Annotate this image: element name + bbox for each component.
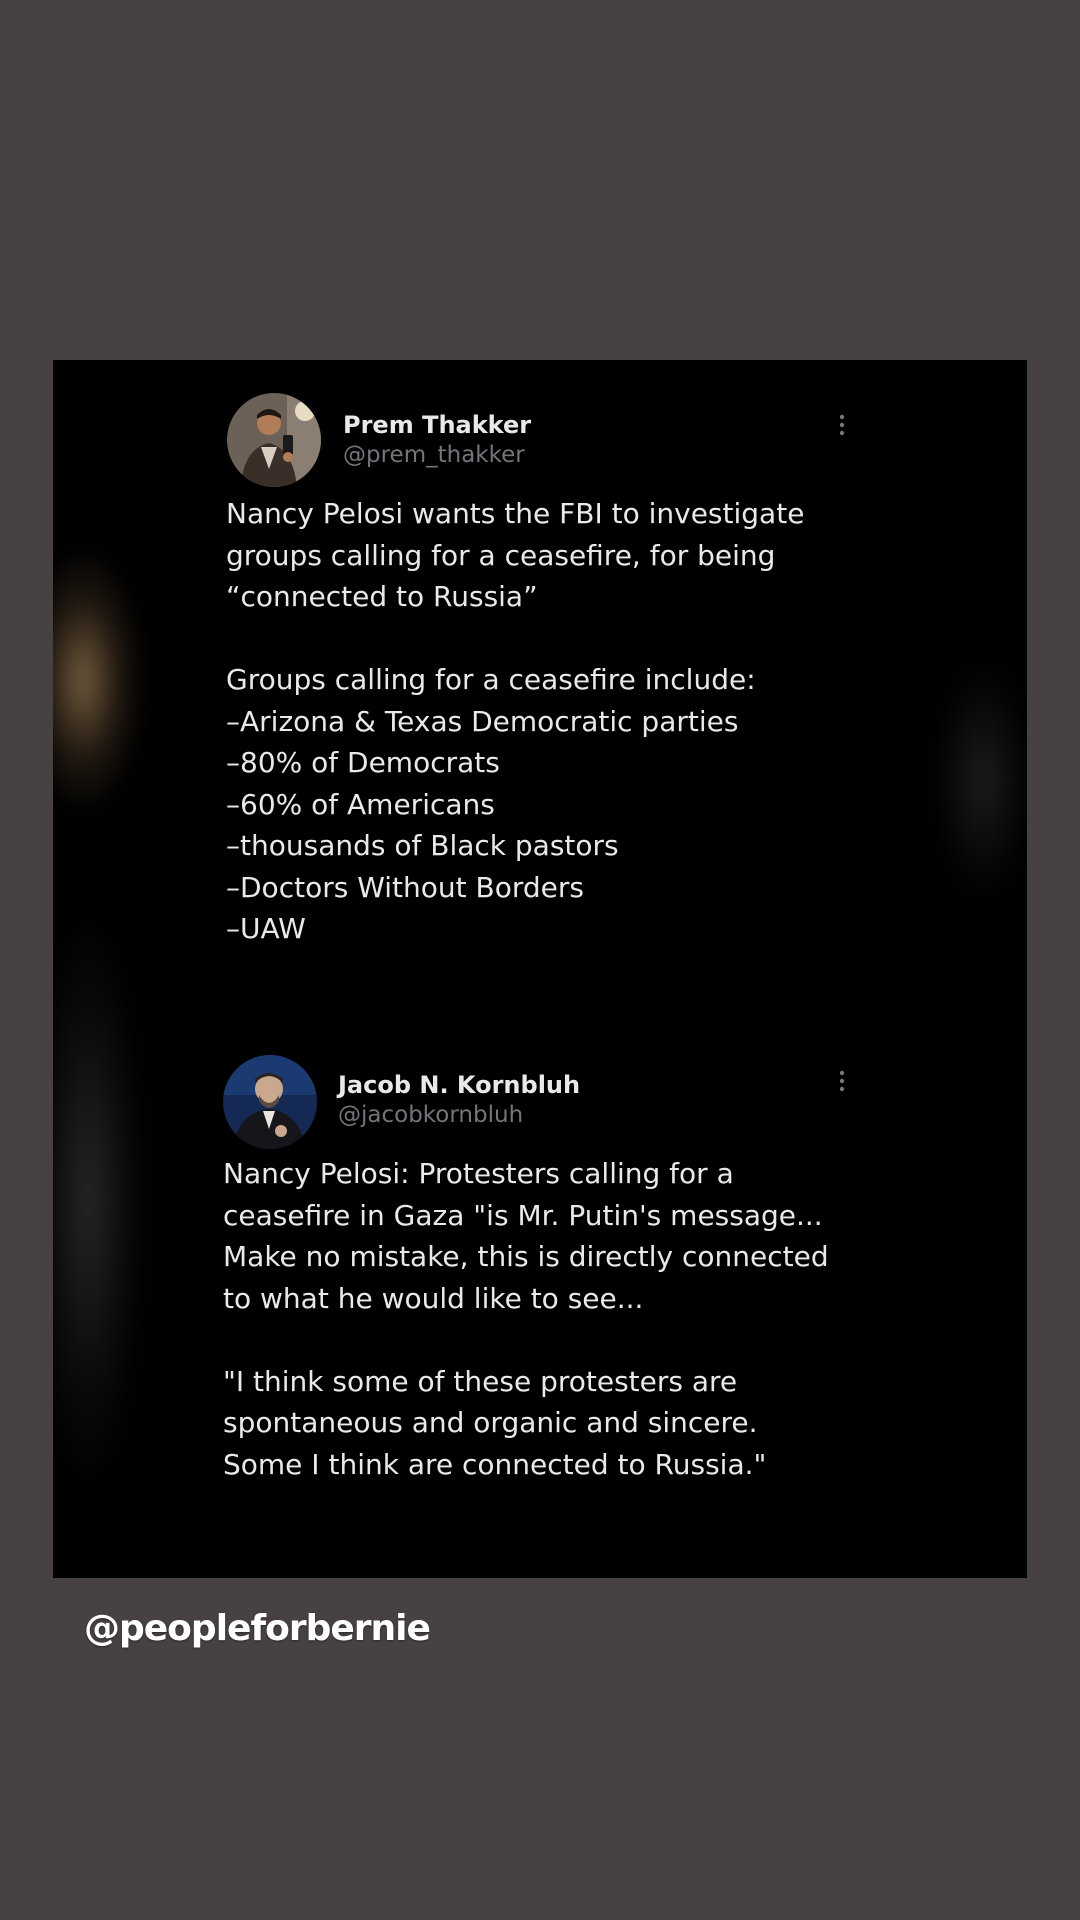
tweet-text-line: [226, 618, 804, 660]
tweet-text-line: –Arizona & Texas Democratic parties: [226, 704, 739, 738]
tweet-text-line: Nancy Pelosi: Protesters calling for a: [223, 1157, 734, 1190]
display-name[interactable]: Jacob N. Kornbluh: [338, 1071, 580, 1099]
tweet-text-line: –thousands of Black pastors: [226, 829, 619, 862]
tweet-screenshot-panel: Prem Thakker @prem_thakker Nancy Pelosi …: [53, 360, 1027, 1578]
tweet-text-line: Make no mistake, this is directly connec…: [223, 1240, 829, 1273]
tweet-text-line: –80% of Democrats: [226, 746, 500, 779]
tweet-text-line: Some I think are connected to Russia.": [223, 1447, 767, 1481]
tweet-text-line: "I think some of these protesters are: [223, 1364, 738, 1398]
background-blur-glow: [933, 660, 1027, 900]
user-handle[interactable]: @jacobkornbluh: [338, 1102, 523, 1128]
avatar[interactable]: [227, 393, 321, 487]
tweet-text-line: ceasefire in Gaza "is Mr. Putin's messag…: [223, 1198, 823, 1232]
tweet-text-line: –UAW: [226, 912, 306, 945]
user-handle[interactable]: @prem_thakker: [343, 442, 525, 468]
tweet-text-line: [223, 1319, 829, 1361]
profile-photo-icon: [223, 1055, 317, 1149]
tweet-text-line: spontaneous and organic and sincere.: [223, 1406, 758, 1439]
tweet-text-line: –Doctors Without Borders: [226, 870, 584, 904]
tweet-text: Nancy Pelosi wants the FBI to investigat…: [226, 493, 804, 950]
profile-photo-icon: [227, 393, 321, 487]
tweet-text-line: “connected to Russia”: [226, 580, 538, 613]
more-options-icon[interactable]: [839, 413, 845, 437]
tweet-text: Nancy Pelosi: Protesters calling for a c…: [223, 1153, 829, 1485]
watermark-username: @peopleforbernie: [84, 1608, 431, 1649]
tweet-text-line: groups calling for a ceasefire, for bein…: [226, 538, 776, 572]
tweet-text-line: to what he would like to see...: [223, 1281, 644, 1315]
tweet-text-line: Nancy Pelosi wants the FBI to investigat…: [226, 497, 805, 530]
tweet-text-line: Groups calling for a ceasefire include:: [226, 663, 756, 696]
avatar[interactable]: [223, 1055, 317, 1149]
display-name[interactable]: Prem Thakker: [343, 411, 531, 439]
tweet-text-line: –60% of Americans: [226, 787, 495, 821]
more-options-icon[interactable]: [839, 1069, 845, 1093]
background-blur-glow: [53, 550, 143, 810]
background-blur-glow: [53, 920, 143, 1480]
